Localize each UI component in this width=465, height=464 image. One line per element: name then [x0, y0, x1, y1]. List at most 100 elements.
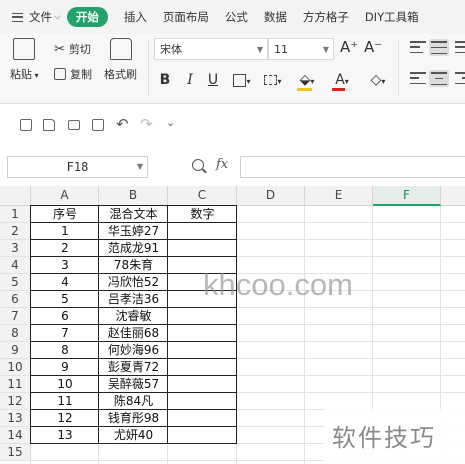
table-cell[interactable] [168, 393, 237, 410]
column-header-b[interactable]: B [99, 186, 168, 206]
table-cell[interactable]: 12 [31, 410, 99, 427]
column-header-a[interactable]: A [31, 186, 99, 206]
align-bottom-button[interactable] [455, 41, 465, 53]
row-header[interactable]: 2 [0, 223, 31, 240]
table-cell[interactable] [168, 240, 237, 257]
row-header[interactable]: 9 [0, 342, 31, 359]
table-header-cell[interactable]: 混合文本 [99, 206, 168, 223]
table-cell[interactable]: 华玉婷27 [99, 223, 168, 240]
table-cell[interactable]: 彭夏青72 [99, 359, 168, 376]
underline-button[interactable]: U [206, 71, 220, 89]
row-header[interactable]: 6 [0, 291, 31, 308]
align-middle-button[interactable] [429, 39, 449, 56]
row-header[interactable]: 1 [0, 206, 31, 223]
save-icon[interactable] [20, 119, 32, 131]
menu-formulas[interactable]: 公式 [225, 9, 248, 25]
menu-insert[interactable]: 插入 [124, 9, 147, 25]
table-cell[interactable]: 1 [31, 223, 99, 240]
table-cell[interactable]: 吴醉薇57 [99, 376, 168, 393]
table-cell[interactable]: 6 [31, 308, 99, 325]
table-header-cell[interactable]: 数字 [168, 206, 237, 223]
table-cell[interactable] [168, 342, 237, 359]
table-cell[interactable]: 11 [31, 393, 99, 410]
bold-button[interactable]: B [158, 71, 172, 89]
font-grow-button[interactable]: A⁺ [340, 38, 358, 56]
print-preview-icon[interactable] [92, 119, 104, 131]
menu-page-layout[interactable]: 页面布局 [163, 9, 209, 25]
row-header[interactable]: 5 [0, 274, 31, 291]
table-cell[interactable]: 陈84凡 [99, 393, 168, 410]
table-cell[interactable]: 9 [31, 359, 99, 376]
row-header[interactable]: 4 [0, 257, 31, 274]
table-cell[interactable] [168, 308, 237, 325]
table-cell[interactable]: 尤妍40 [99, 427, 168, 444]
menu-data[interactable]: 数据 [264, 9, 287, 25]
zoom-icon[interactable] [192, 159, 204, 171]
table-header-cell[interactable]: 序号 [31, 206, 99, 223]
table-cell[interactable] [168, 359, 237, 376]
column-header-e[interactable]: E [305, 186, 373, 206]
table-cell[interactable]: 赵佳丽68 [99, 325, 168, 342]
fx-button[interactable]: fx [216, 157, 228, 172]
table-cell[interactable]: 2 [31, 240, 99, 257]
row-header[interactable]: 15 [0, 444, 31, 461]
menu-fangfang-grid[interactable]: 方方格子 [303, 9, 349, 25]
borders-button[interactable]: ▾ [231, 71, 253, 89]
cell-style-button[interactable]: ▾ [262, 71, 284, 89]
menu-diy-toolbox[interactable]: DIY工具箱 [365, 9, 419, 25]
table-cell[interactable]: 8 [31, 342, 99, 359]
row-header[interactable]: 13 [0, 410, 31, 427]
table-cell[interactable]: 范成龙91 [99, 240, 168, 257]
font-name-select[interactable]: 宋体 ▼ [154, 38, 268, 60]
row-header[interactable]: 12 [0, 393, 31, 410]
align-center-button[interactable] [429, 70, 449, 87]
align-right-button[interactable] [455, 72, 465, 84]
row-header[interactable]: 8 [0, 325, 31, 342]
table-cell[interactable]: 3 [31, 257, 99, 274]
row-header[interactable]: 7 [0, 308, 31, 325]
align-left-button[interactable] [410, 72, 426, 84]
table-cell[interactable] [168, 223, 237, 240]
row-header[interactable]: 10 [0, 359, 31, 376]
row-header[interactable]: 3 [0, 240, 31, 257]
font-shrink-button[interactable]: A⁻ [364, 38, 382, 56]
table-cell[interactable]: 钱育彤98 [99, 410, 168, 427]
table-cell[interactable] [168, 427, 237, 444]
clear-format-button[interactable]: ◇▾ [366, 71, 390, 89]
table-cell[interactable] [168, 325, 237, 342]
font-color-button[interactable]: A▾ [331, 71, 353, 91]
table-cell[interactable] [168, 410, 237, 427]
menu-home-tab[interactable]: 开始 [66, 7, 108, 27]
table-cell[interactable]: 10 [31, 376, 99, 393]
column-header-f[interactable]: F [373, 186, 441, 206]
table-cell[interactable]: 5 [31, 291, 99, 308]
formula-input[interactable] [240, 156, 465, 178]
hamburger-icon[interactable] [12, 12, 23, 22]
table-cell[interactable]: 冯欣怡52 [99, 274, 168, 291]
redo-icon[interactable]: ↷ [140, 115, 153, 133]
column-header-d[interactable]: D [237, 186, 305, 206]
undo-icon[interactable]: ↶ [116, 115, 129, 133]
align-top-button[interactable] [410, 41, 426, 53]
table-cell[interactable]: 吕孝洁36 [99, 291, 168, 308]
chevron-down-icon[interactable]: ⌵ [54, 12, 61, 22]
table-cell[interactable]: 4 [31, 274, 99, 291]
column-header-c[interactable]: C [168, 186, 237, 206]
table-cell[interactable] [168, 376, 237, 393]
table-cell[interactable]: 沈睿敏 [99, 308, 168, 325]
italic-button[interactable]: I [184, 71, 196, 89]
copy-button[interactable]: 复制 [54, 66, 92, 82]
table-cell[interactable]: 78朱育 [99, 257, 168, 274]
fill-color-button[interactable]: ⬙▾ [296, 71, 318, 91]
more-icon[interactable]: ⌄ [166, 116, 175, 129]
row-header[interactable]: 11 [0, 376, 31, 393]
paste-button[interactable]: 粘贴 ▾ [10, 38, 39, 82]
menu-file[interactable]: 文件 [29, 9, 52, 25]
row-header[interactable]: 14 [0, 427, 31, 444]
table-cell[interactable]: 7 [31, 325, 99, 342]
format-painter-button[interactable]: 格式刷 [104, 38, 137, 82]
select-all-corner[interactable] [0, 186, 31, 206]
name-box[interactable]: F18 ▼ [7, 156, 148, 178]
table-cell[interactable]: 13 [31, 427, 99, 444]
cut-button[interactable]: ✂ 剪切 [54, 41, 91, 57]
